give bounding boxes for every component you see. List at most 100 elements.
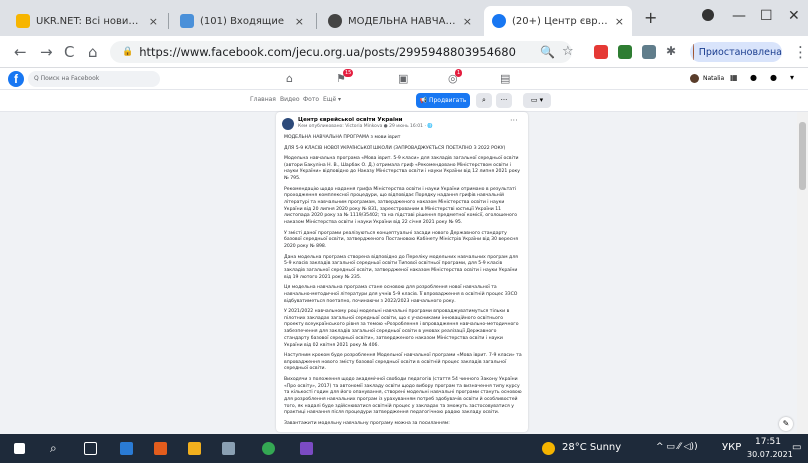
reload-button[interactable]: C	[64, 43, 74, 61]
promote-button[interactable]: 📢 Продвигать	[416, 93, 470, 108]
facebook-favicon-icon	[492, 14, 506, 28]
lock-icon: 🔒	[122, 47, 134, 57]
mail-favicon-icon	[180, 14, 194, 28]
tab-title: (20+) Центр єврейської о	[512, 15, 609, 27]
tab-divider	[168, 13, 169, 29]
gaming-nav-icon[interactable]: ▤	[500, 72, 510, 85]
tab-divider	[316, 13, 317, 29]
close-icon[interactable]: ×	[149, 15, 158, 28]
menu-grid-icon[interactable]: ▦	[730, 73, 738, 82]
new-message-icon[interactable]: ✎	[779, 417, 793, 431]
user-avatar[interactable]	[690, 74, 699, 83]
account-dropdown-icon[interactable]: ▾	[790, 73, 794, 82]
back-button[interactable]: ←	[14, 43, 27, 61]
post-page-name[interactable]: Центр єврейської освіти України	[298, 117, 403, 123]
post-meta: Кем опубликовано: Victoria Minkova ● 29 …	[298, 124, 433, 129]
post-paragraph: Наступним кроком буде розроблення Модель…	[284, 353, 522, 372]
extension-icon[interactable]	[642, 45, 656, 59]
site-favicon-icon	[328, 14, 342, 28]
post-paragraph: У змісті даної програми реалізуються кон…	[284, 230, 519, 250]
post-text: МОДЕЛЬНА НАВЧАЛЬНА ПРОГРАМА з мови іврит…	[284, 135, 522, 431]
clock-date[interactable]: 30.07.2021	[747, 450, 793, 459]
extensions-puzzle-icon[interactable]: ✱	[666, 44, 676, 58]
home-button[interactable]: ⌂	[88, 43, 98, 61]
bookmark-star-icon[interactable]: ☆	[562, 44, 574, 59]
clock-time[interactable]: 17:51	[755, 437, 781, 447]
facebook-search-input[interactable]: Q Поиск на Facebook	[28, 71, 160, 87]
close-icon[interactable]: ×	[615, 15, 624, 28]
search-icon[interactable]: ⌕	[50, 441, 57, 456]
page-navigation: Главная Видео Фото Ещё ▾ 📢 Продвигать ⌕ …	[0, 90, 808, 112]
vlc-icon[interactable]	[154, 442, 167, 455]
home-nav-icon[interactable]: ⌂	[286, 72, 293, 85]
notifications-icon[interactable]: ▭	[792, 442, 801, 453]
ukrnet-favicon-icon	[16, 14, 30, 28]
avatar	[693, 44, 694, 60]
page-actions-dropdown[interactable]: ▭ ▾	[523, 93, 551, 108]
profile-button[interactable]: Приостановлена	[690, 42, 782, 62]
notifications-bell-icon[interactable]: ●	[770, 73, 777, 82]
page-nav-video[interactable]: Видео	[280, 96, 300, 103]
weather-text[interactable]: 28°C Sunny	[562, 442, 621, 453]
tab-title: (101) Входящие	[200, 15, 284, 27]
viber-icon[interactable]	[300, 442, 313, 455]
post-paragraph: Рекомендацію щодо надання грифа Міністер…	[284, 186, 518, 226]
url-text: https://www.facebook.com/jecu.org.ua/pos…	[139, 45, 516, 59]
notification-badge: 15	[343, 69, 354, 77]
groups-nav-icon[interactable]: ◎ 1	[448, 69, 463, 85]
post-paragraph: Виходячи з положення щодо академічної св…	[284, 376, 522, 416]
tab-title: UKR.NET: Всі новини Украї	[36, 15, 143, 27]
browser-tab-strip: UKR.NET: Всі новини Украї × (101) Входящ…	[0, 0, 808, 36]
page-scrollbar[interactable]	[797, 112, 808, 434]
facebook-logo-icon[interactable]: f	[8, 71, 24, 87]
app-icon[interactable]	[222, 442, 235, 455]
page-nav-home[interactable]: Главная	[250, 96, 276, 103]
zoom-icon[interactable]: 🔍	[540, 45, 555, 59]
mail-app-icon[interactable]	[120, 442, 133, 455]
sheets-extension-icon[interactable]	[618, 45, 632, 59]
scrollbar-thumb[interactable]	[799, 122, 806, 190]
file-explorer-icon[interactable]	[188, 442, 201, 455]
watch-nav-icon[interactable]: ▣	[398, 72, 408, 85]
tab-ukrnet[interactable]: UKR.NET: Всі новини Украї ×	[8, 6, 166, 36]
minimize-button[interactable]: —	[732, 8, 746, 24]
search-icon[interactable]: ⌕	[476, 93, 492, 108]
messenger-icon[interactable]: ●	[750, 73, 757, 82]
pages-flag-icon[interactable]: ⚑ 15	[336, 69, 354, 85]
page-nav-photo[interactable]: Фото	[303, 96, 319, 103]
page-avatar[interactable]	[282, 118, 294, 130]
notification-badge: 1	[455, 69, 463, 77]
chrome-icon[interactable]	[262, 442, 275, 455]
browser-menu-button[interactable]: ⋮	[793, 43, 808, 61]
language-indicator[interactable]: УКР	[722, 442, 741, 453]
more-options-button[interactable]: ···	[496, 93, 512, 108]
system-tray-icons[interactable]: ^ ▭ ⁄⁄ ◁))	[656, 442, 698, 452]
post-paragraph: Дана модельна програма створена відповід…	[284, 254, 518, 280]
page-nav-more[interactable]: Ещё ▾	[323, 96, 341, 103]
browser-toolbar: ← → C ⌂ 🔒 https://www.facebook.com/jecu.…	[0, 36, 808, 68]
start-windows-icon[interactable]	[14, 443, 25, 454]
forward-button[interactable]: →	[40, 43, 53, 61]
weather-sun-icon	[542, 442, 555, 455]
post-paragraph: Модельна навчальна програма «Мова іврит.…	[284, 156, 520, 182]
windows-taskbar: ⌕ 28°C Sunny ^ ▭ ⁄⁄ ◁)) УКР 17:51 30.07.…	[0, 434, 808, 463]
tab-search-icon[interactable]	[702, 9, 714, 21]
tab-model-program[interactable]: МОДЕЛЬНА НАВЧАЛЬНА ×	[320, 6, 480, 36]
user-name-label[interactable]: Natalia	[703, 75, 724, 82]
new-tab-button[interactable]: +	[644, 8, 657, 27]
post-more-button[interactable]: ···	[510, 116, 518, 125]
close-icon[interactable]: ×	[463, 15, 472, 28]
close-icon[interactable]: ×	[295, 15, 304, 28]
tab-jewish-education-center[interactable]: (20+) Центр єврейської о ×	[484, 6, 632, 36]
maximize-button[interactable]: ☐	[760, 8, 773, 24]
post-paragraph: Ця модельна навчальна програма стане осн…	[284, 285, 518, 304]
post-paragraph: МОДЕЛЬНА НАВЧАЛЬНА ПРОГРАМА з мови іврит	[284, 135, 401, 140]
address-bar[interactable]: 🔒 https://www.facebook.com/jecu.org.ua/p…	[110, 41, 572, 63]
tab-inbox[interactable]: (101) Входящие ×	[172, 6, 312, 36]
task-view-icon[interactable]	[84, 442, 97, 455]
post-paragraph: ДЛЯ 5-9 КЛАСІВ НОВОЇ УКРАЇНСЬКОЇ ШКОЛИ (…	[284, 145, 506, 151]
profile-status-label: Приостановлена	[698, 46, 782, 58]
tab-title: МОДЕЛЬНА НАВЧАЛЬНА	[348, 15, 457, 27]
close-window-button[interactable]: ✕	[788, 8, 800, 24]
pdf-extension-icon[interactable]	[594, 45, 608, 59]
